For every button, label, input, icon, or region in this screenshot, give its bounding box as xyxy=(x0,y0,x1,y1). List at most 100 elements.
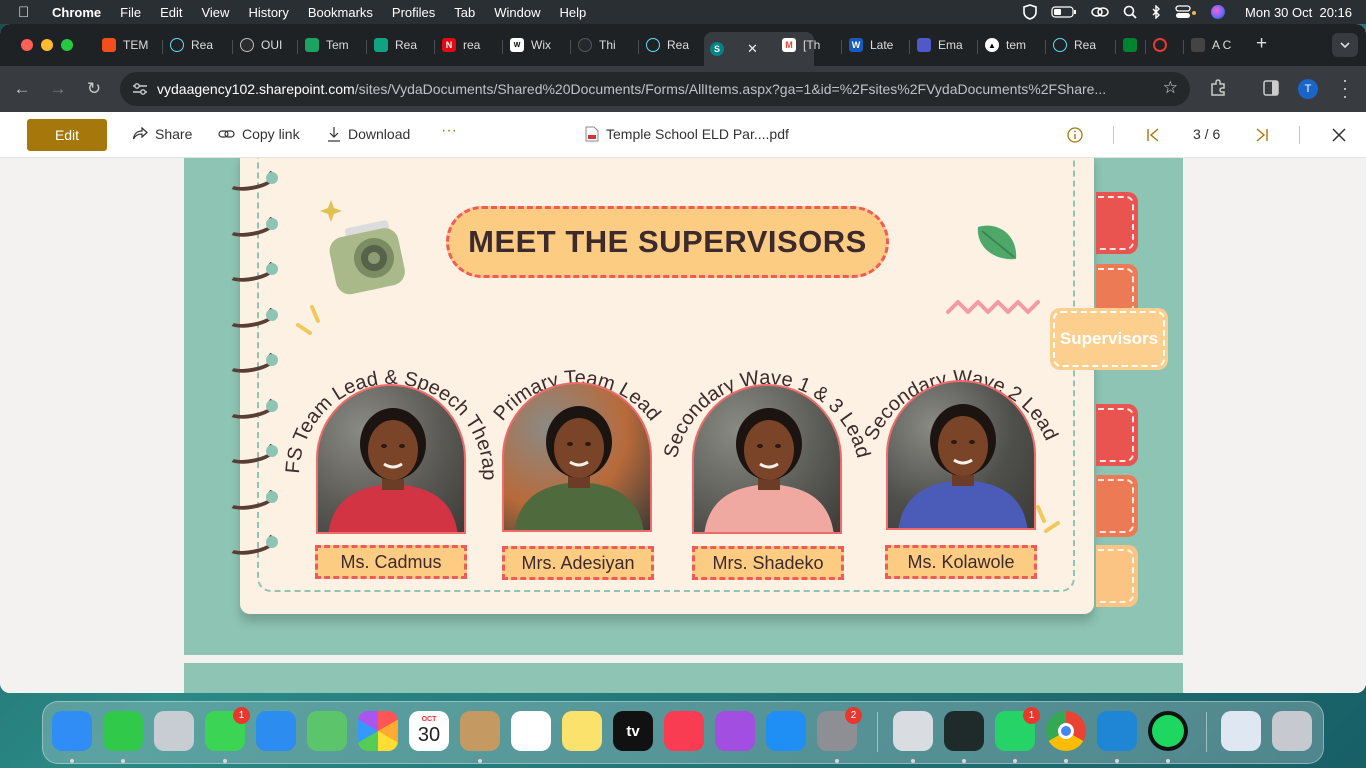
close-window-button[interactable] xyxy=(21,39,33,51)
contacts-icon[interactable] xyxy=(460,711,500,751)
tab[interactable]: Thi xyxy=(578,32,632,58)
menu-bookmarks[interactable]: Bookmarks xyxy=(308,5,373,20)
close-tab-icon[interactable]: ✕ xyxy=(747,41,758,57)
tab[interactable] xyxy=(1153,32,1177,58)
word-icon: W xyxy=(849,38,863,52)
downloads-folder-icon[interactable] xyxy=(1221,711,1261,751)
extensions-icon[interactable] xyxy=(1209,79,1227,97)
settings-icon[interactable]: 2 xyxy=(817,707,862,751)
finder-icon[interactable] xyxy=(52,711,92,751)
menu-profiles[interactable]: Profiles xyxy=(392,5,435,20)
tab[interactable]: W Late xyxy=(849,32,903,58)
activity-monitor-icon[interactable] xyxy=(944,711,984,751)
tab[interactable]: Nrea xyxy=(442,32,496,58)
tab[interactable]: Rea xyxy=(1053,32,1107,58)
pdf-viewer[interactable]: MEET THE SUPERVISORS EYFS Team Lead & Sp… xyxy=(0,158,1366,693)
tab-separator xyxy=(297,40,298,54)
menu-history[interactable]: History xyxy=(248,5,288,20)
tab[interactable]: OUI xyxy=(240,32,292,58)
menu-edit[interactable]: Edit xyxy=(160,5,182,20)
url-field[interactable]: vydaagency102.sharepoint.com/sites/VydaD… xyxy=(120,72,1190,106)
page-indicator[interactable]: 3 / 6 xyxy=(1193,126,1220,142)
reminders-icon[interactable] xyxy=(511,711,551,751)
chrome-menu-icon[interactable]: · · · xyxy=(1340,71,1350,105)
appstore-icon[interactable] xyxy=(766,711,806,751)
preview-icon[interactable] xyxy=(893,711,933,751)
tab[interactable] xyxy=(1123,32,1147,58)
download-button[interactable]: Download xyxy=(327,126,410,142)
notes-icon[interactable] xyxy=(562,711,602,751)
tab[interactable]: Ema xyxy=(917,32,971,58)
slide-title: MEET THE SUPERVISORS xyxy=(446,206,889,278)
menu-app-name[interactable]: Chrome xyxy=(52,5,101,20)
facetime-icon[interactable] xyxy=(103,711,143,751)
bookmark-star-icon[interactable]: ☆ xyxy=(1163,78,1178,98)
tab[interactable]: M [Th xyxy=(782,32,836,58)
copy-link-label: Copy link xyxy=(242,126,300,142)
launchpad-icon[interactable] xyxy=(154,711,194,751)
appletv-icon[interactable]: tv xyxy=(613,711,653,751)
tab[interactable]: Rea xyxy=(170,32,224,58)
vscode-icon[interactable] xyxy=(1097,711,1137,751)
reload-button[interactable]: ↻ xyxy=(84,79,104,99)
trash-icon[interactable] xyxy=(1272,711,1312,751)
tab[interactable]: Rea xyxy=(374,32,428,58)
forward-button[interactable]: → xyxy=(48,79,68,99)
spotify-icon[interactable] xyxy=(1148,711,1188,751)
back-button[interactable]: ← xyxy=(12,79,32,99)
link-icon[interactable] xyxy=(1091,6,1109,18)
tab[interactable]: Rea xyxy=(646,32,700,58)
supervisor-photo xyxy=(316,384,466,534)
tab[interactable]: TEM xyxy=(102,32,154,58)
menubar-clock[interactable]: Mon 30 Oct 20:16 xyxy=(1245,5,1352,20)
menu-tab[interactable]: Tab xyxy=(454,5,475,20)
menu-file[interactable]: File xyxy=(120,5,141,20)
tv-label: tv xyxy=(626,722,640,740)
maps-icon[interactable] xyxy=(307,711,347,751)
viewer-toolbar: Edit Share Copy link Download ··· Temple… xyxy=(0,112,1366,158)
share-button[interactable]: Share xyxy=(132,126,192,142)
tab-separator xyxy=(909,40,910,54)
site-settings-icon[interactable] xyxy=(132,82,148,96)
siri-icon[interactable] xyxy=(1211,5,1226,19)
tab[interactable]: ▲ tem xyxy=(985,32,1039,58)
chrome-icon[interactable] xyxy=(1046,711,1086,751)
photos-icon[interactable] xyxy=(358,711,398,751)
edit-button[interactable]: Edit xyxy=(27,119,107,151)
mail-icon[interactable] xyxy=(256,711,296,751)
menu-window[interactable]: Window xyxy=(494,5,540,20)
messages-icon[interactable]: 1 xyxy=(205,707,250,751)
supervisors-tab-label: Supervisors xyxy=(1053,311,1165,367)
tab[interactable]: Tem xyxy=(305,32,359,58)
tab-search-button[interactable] xyxy=(1332,33,1358,57)
close-icon[interactable] xyxy=(1332,128,1346,142)
whatsapp-icon[interactable]: 1 xyxy=(995,707,1040,751)
menu-help[interactable]: Help xyxy=(560,5,587,20)
battery-icon[interactable] xyxy=(1051,6,1077,18)
apple-icon[interactable]:  xyxy=(18,4,38,21)
new-tab-button[interactable]: + xyxy=(1256,33,1267,55)
tab-label: OUI xyxy=(261,38,283,52)
shield-icon[interactable] xyxy=(1023,4,1037,20)
last-page-icon[interactable] xyxy=(1255,128,1269,142)
wix-icon: W xyxy=(510,38,524,52)
search-icon[interactable] xyxy=(1123,5,1137,19)
menu-view[interactable]: View xyxy=(201,5,229,20)
first-page-icon[interactable] xyxy=(1146,128,1160,142)
side-panel-icon[interactable] xyxy=(1263,80,1279,96)
tab[interactable]: A C xyxy=(1191,32,1243,58)
info-icon[interactable] xyxy=(1067,127,1083,143)
running-indicator xyxy=(835,759,839,763)
tab[interactable]: W Wix xyxy=(510,32,564,58)
bluetooth-icon[interactable] xyxy=(1151,5,1161,19)
minimize-window-button[interactable] xyxy=(41,39,53,51)
zoom-window-button[interactable] xyxy=(61,39,73,51)
music-icon[interactable] xyxy=(664,711,704,751)
control-center-icon[interactable] xyxy=(1175,5,1197,19)
copy-link-button[interactable]: Copy link xyxy=(218,126,300,142)
calendar-icon[interactable]: OCT 30 xyxy=(409,711,449,751)
tab-separator xyxy=(1045,40,1046,54)
profile-avatar[interactable]: T xyxy=(1298,79,1318,99)
more-options-button[interactable]: ··· xyxy=(441,122,457,140)
podcasts-icon[interactable] xyxy=(715,711,755,751)
